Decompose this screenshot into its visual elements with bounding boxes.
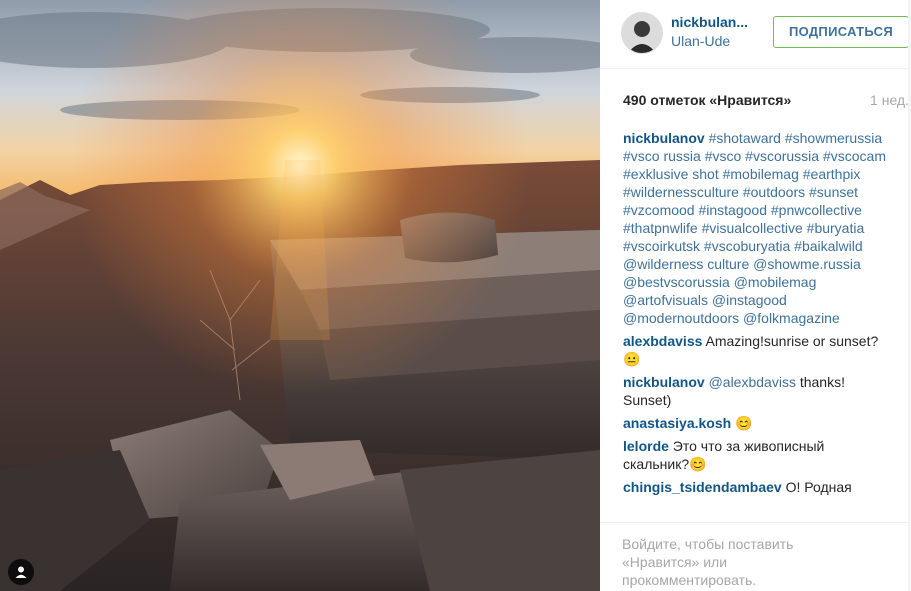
comment-item: lelorde Это что за живописный скальник?😊: [623, 437, 893, 473]
caption: nickbulanov #shotaward #showmerussia #vs…: [623, 129, 893, 327]
comment-author[interactable]: lelorde: [623, 438, 669, 454]
comment-text: О! Родная: [785, 479, 852, 495]
comment-author[interactable]: chingis_tsidendambaev: [623, 479, 782, 495]
post-header: nickbulan... Ulan-Ude ПОДПИСАТЬСЯ: [600, 0, 911, 69]
login-prompt-text[interactable]: Войдите, чтобы поставить «Нравится» или …: [622, 535, 822, 589]
comment-item: nickbulanov @alexbdaviss thanks! Sunset): [623, 373, 893, 409]
comment-item: alexbdaviss Amazing!sunrise or sunset?😐: [623, 332, 893, 368]
username-link[interactable]: nickbulan...: [671, 14, 748, 30]
comment-author[interactable]: nickbulanov: [623, 374, 705, 390]
post-sidebar: nickbulan... Ulan-Ude ПОДПИСАТЬСЯ 490 от…: [600, 0, 911, 591]
post-photo[interactable]: [0, 0, 600, 591]
location-link[interactable]: Ulan-Ude: [671, 33, 730, 49]
comment-author[interactable]: anastasiya.kosh: [623, 415, 731, 431]
avatar[interactable]: [621, 12, 663, 54]
caption-text: #shotaward #showmerussia #vsco russia #v…: [623, 130, 886, 326]
user-tag-button[interactable]: [8, 559, 34, 585]
comment-mention[interactable]: @alexbdaviss: [709, 374, 796, 390]
comment-item: anastasiya.kosh 😊: [623, 414, 893, 432]
comments-list: nickbulanov #shotaward #showmerussia #vs…: [623, 129, 893, 522]
follow-button[interactable]: ПОДПИСАТЬСЯ: [773, 16, 909, 48]
comment-author[interactable]: alexbdaviss: [623, 333, 702, 349]
likes-row: 490 отметок «Нравится» 1 нед.: [623, 92, 909, 108]
likes-count[interactable]: 490 отметок «Нравится»: [623, 92, 791, 108]
post-age[interactable]: 1 нед.: [870, 92, 909, 108]
profile-avatar-icon: [622, 13, 662, 53]
person-icon: [15, 566, 27, 578]
landscape-image: [0, 0, 600, 591]
login-prompt: Войдите, чтобы поставить «Нравится» или …: [600, 522, 911, 589]
caption-author[interactable]: nickbulanov: [623, 130, 705, 146]
comment-item: chingis_tsidendambaev О! Родная: [623, 478, 893, 496]
comment-text: 😊: [735, 415, 753, 431]
